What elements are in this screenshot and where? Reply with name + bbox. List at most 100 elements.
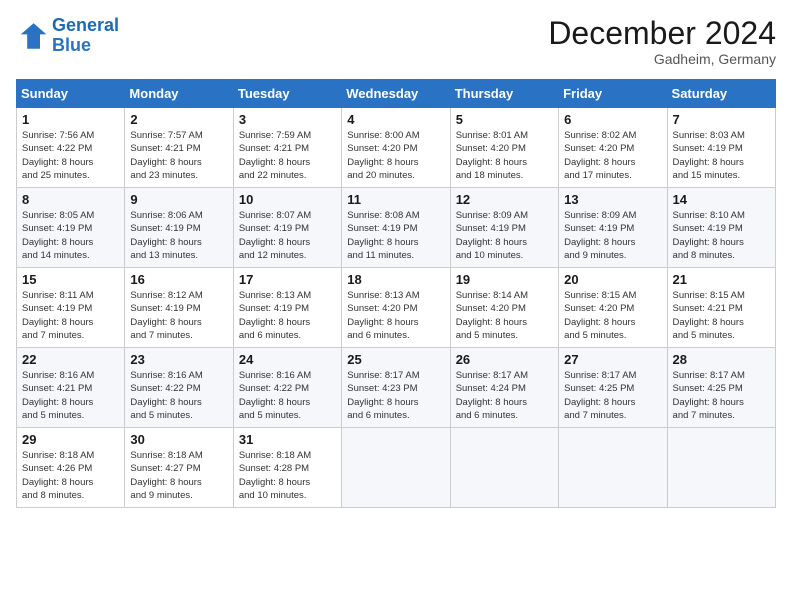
day-number: 16 xyxy=(130,272,227,287)
calendar-cell: 3 Sunrise: 7:59 AM Sunset: 4:21 PM Daylig… xyxy=(233,108,341,188)
day-info: Sunrise: 8:13 AM Sunset: 4:20 PM Dayligh… xyxy=(347,289,444,342)
day-info: Sunrise: 8:02 AM Sunset: 4:20 PM Dayligh… xyxy=(564,129,661,182)
day-info: Sunrise: 8:17 AM Sunset: 4:25 PM Dayligh… xyxy=(564,369,661,422)
calendar-cell: 8 Sunrise: 8:05 AM Sunset: 4:19 PM Daylig… xyxy=(17,188,125,268)
calendar-cell: 16Sunrise: 8:12 AM Sunset: 4:19 PM Dayli… xyxy=(125,268,233,348)
day-info: Sunrise: 8:06 AM Sunset: 4:19 PM Dayligh… xyxy=(130,209,227,262)
day-header-friday: Friday xyxy=(559,80,667,108)
calendar-cell xyxy=(450,428,558,508)
day-info: Sunrise: 8:05 AM Sunset: 4:19 PM Dayligh… xyxy=(22,209,119,262)
day-info: Sunrise: 8:16 AM Sunset: 4:21 PM Dayligh… xyxy=(22,369,119,422)
title-block: December 2024 Gadheim, Germany xyxy=(548,16,776,67)
calendar-cell: 23 Sunrise: 8:16 AM Sunset: 4:22 PM Dayli… xyxy=(125,348,233,428)
day-number: 10 xyxy=(239,192,336,207)
calendar-cell: 7 Sunrise: 8:03 AM Sunset: 4:19 PM Daylig… xyxy=(667,108,775,188)
day-info: Sunrise: 8:16 AM Sunset: 4:22 PM Dayligh… xyxy=(239,369,336,422)
day-info: Sunrise: 8:15 AM Sunset: 4:20 PM Dayligh… xyxy=(564,289,661,342)
calendar-cell: 9 Sunrise: 8:06 AM Sunset: 4:19 PM Daylig… xyxy=(125,188,233,268)
day-header-tuesday: Tuesday xyxy=(233,80,341,108)
calendar-cell: 30Sunrise: 8:18 AM Sunset: 4:27 PM Dayli… xyxy=(125,428,233,508)
day-number: 3 xyxy=(239,112,336,127)
day-number: 5 xyxy=(456,112,553,127)
day-number: 23 xyxy=(130,352,227,367)
day-info: Sunrise: 8:18 AM Sunset: 4:28 PM Dayligh… xyxy=(239,449,336,502)
day-number: 14 xyxy=(673,192,770,207)
calendar-cell: 21 Sunrise: 8:15 AM Sunset: 4:21 PM Dayli… xyxy=(667,268,775,348)
calendar-cell: 20 Sunrise: 8:15 AM Sunset: 4:20 PM Dayli… xyxy=(559,268,667,348)
calendar-week-row: 1 Sunrise: 7:56 AM Sunset: 4:22 PM Daylig… xyxy=(17,108,776,188)
day-number: 4 xyxy=(347,112,444,127)
calendar-cell: 13Sunrise: 8:09 AM Sunset: 4:19 PM Dayli… xyxy=(559,188,667,268)
day-info: Sunrise: 8:03 AM Sunset: 4:19 PM Dayligh… xyxy=(673,129,770,182)
day-number: 25 xyxy=(347,352,444,367)
day-header-thursday: Thursday xyxy=(450,80,558,108)
day-header-sunday: Sunday xyxy=(17,80,125,108)
day-info: Sunrise: 8:13 AM Sunset: 4:19 PM Dayligh… xyxy=(239,289,336,342)
day-number: 18 xyxy=(347,272,444,287)
calendar-cell: 5 Sunrise: 8:01 AM Sunset: 4:20 PM Daylig… xyxy=(450,108,558,188)
day-header-wednesday: Wednesday xyxy=(342,80,450,108)
day-info: Sunrise: 8:17 AM Sunset: 4:24 PM Dayligh… xyxy=(456,369,553,422)
calendar-cell xyxy=(342,428,450,508)
day-info: Sunrise: 8:10 AM Sunset: 4:19 PM Dayligh… xyxy=(673,209,770,262)
day-info: Sunrise: 7:57 AM Sunset: 4:21 PM Dayligh… xyxy=(130,129,227,182)
day-number: 19 xyxy=(456,272,553,287)
calendar-cell: 12Sunrise: 8:09 AM Sunset: 4:19 PM Dayli… xyxy=(450,188,558,268)
day-number: 22 xyxy=(22,352,119,367)
day-number: 30 xyxy=(130,432,227,447)
day-info: Sunrise: 7:59 AM Sunset: 4:21 PM Dayligh… xyxy=(239,129,336,182)
day-number: 26 xyxy=(456,352,553,367)
calendar-cell: 18 Sunrise: 8:13 AM Sunset: 4:20 PM Dayli… xyxy=(342,268,450,348)
day-info: Sunrise: 8:11 AM Sunset: 4:19 PM Dayligh… xyxy=(22,289,119,342)
day-info: Sunrise: 7:56 AM Sunset: 4:22 PM Dayligh… xyxy=(22,129,119,182)
logo-text: General Blue xyxy=(52,16,119,56)
day-info: Sunrise: 8:08 AM Sunset: 4:19 PM Dayligh… xyxy=(347,209,444,262)
day-info: Sunrise: 8:17 AM Sunset: 4:25 PM Dayligh… xyxy=(673,369,770,422)
calendar-week-row: 15 Sunrise: 8:11 AM Sunset: 4:19 PM Dayli… xyxy=(17,268,776,348)
day-number: 9 xyxy=(130,192,227,207)
day-number: 1 xyxy=(22,112,119,127)
calendar-week-row: 8 Sunrise: 8:05 AM Sunset: 4:19 PM Daylig… xyxy=(17,188,776,268)
logo-icon xyxy=(16,20,48,52)
calendar-cell: 28Sunrise: 8:17 AM Sunset: 4:25 PM Dayli… xyxy=(667,348,775,428)
calendar-cell: 22 Sunrise: 8:16 AM Sunset: 4:21 PM Dayli… xyxy=(17,348,125,428)
day-number: 13 xyxy=(564,192,661,207)
calendar-cell: 6Sunrise: 8:02 AM Sunset: 4:20 PM Daylig… xyxy=(559,108,667,188)
day-info: Sunrise: 8:15 AM Sunset: 4:21 PM Dayligh… xyxy=(673,289,770,342)
day-number: 11 xyxy=(347,192,444,207)
day-number: 21 xyxy=(673,272,770,287)
calendar-cell: 15 Sunrise: 8:11 AM Sunset: 4:19 PM Dayli… xyxy=(17,268,125,348)
calendar-table: SundayMondayTuesdayWednesdayThursdayFrid… xyxy=(16,79,776,508)
calendar-cell: 17 Sunrise: 8:13 AM Sunset: 4:19 PM Dayli… xyxy=(233,268,341,348)
calendar-cell: 2Sunrise: 7:57 AM Sunset: 4:21 PM Daylig… xyxy=(125,108,233,188)
day-info: Sunrise: 8:16 AM Sunset: 4:22 PM Dayligh… xyxy=(130,369,227,422)
day-number: 15 xyxy=(22,272,119,287)
day-number: 31 xyxy=(239,432,336,447)
day-info: Sunrise: 8:01 AM Sunset: 4:20 PM Dayligh… xyxy=(456,129,553,182)
day-number: 8 xyxy=(22,192,119,207)
calendar-cell: 14 Sunrise: 8:10 AM Sunset: 4:19 PM Dayli… xyxy=(667,188,775,268)
logo: General Blue xyxy=(16,16,119,56)
calendar-body: 1 Sunrise: 7:56 AM Sunset: 4:22 PM Daylig… xyxy=(17,108,776,508)
calendar-header-row: SundayMondayTuesdayWednesdayThursdayFrid… xyxy=(17,80,776,108)
calendar-week-row: 29 Sunrise: 8:18 AM Sunset: 4:26 PM Dayli… xyxy=(17,428,776,508)
calendar-cell: 10 Sunrise: 8:07 AM Sunset: 4:19 PM Dayli… xyxy=(233,188,341,268)
day-number: 29 xyxy=(22,432,119,447)
day-number: 7 xyxy=(673,112,770,127)
calendar-cell: 4Sunrise: 8:00 AM Sunset: 4:20 PM Daylig… xyxy=(342,108,450,188)
calendar-week-row: 22 Sunrise: 8:16 AM Sunset: 4:21 PM Dayli… xyxy=(17,348,776,428)
location: Gadheim, Germany xyxy=(548,51,776,67)
calendar-cell: 11 Sunrise: 8:08 AM Sunset: 4:19 PM Dayli… xyxy=(342,188,450,268)
day-number: 20 xyxy=(564,272,661,287)
day-number: 12 xyxy=(456,192,553,207)
day-header-monday: Monday xyxy=(125,80,233,108)
calendar-cell: 26 Sunrise: 8:17 AM Sunset: 4:24 PM Dayli… xyxy=(450,348,558,428)
day-header-saturday: Saturday xyxy=(667,80,775,108)
page-header: General Blue December 2024 Gadheim, Germ… xyxy=(16,16,776,67)
day-info: Sunrise: 8:18 AM Sunset: 4:26 PM Dayligh… xyxy=(22,449,119,502)
day-number: 17 xyxy=(239,272,336,287)
day-info: Sunrise: 8:14 AM Sunset: 4:20 PM Dayligh… xyxy=(456,289,553,342)
calendar-cell xyxy=(559,428,667,508)
calendar-cell: 31 Sunrise: 8:18 AM Sunset: 4:28 PM Dayli… xyxy=(233,428,341,508)
day-info: Sunrise: 8:07 AM Sunset: 4:19 PM Dayligh… xyxy=(239,209,336,262)
